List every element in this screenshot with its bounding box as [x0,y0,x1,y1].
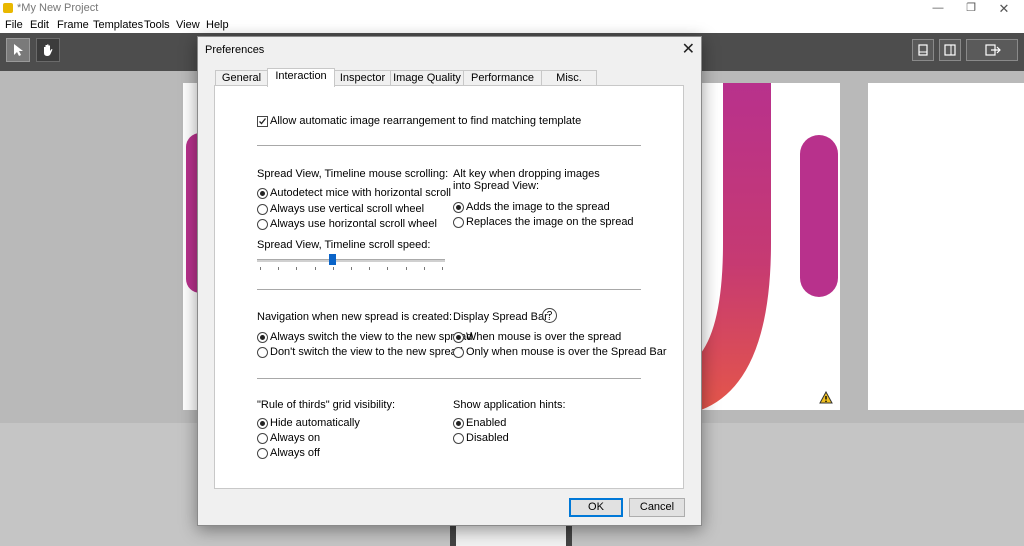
spread-bar-mouse-over-bar-label: Only when mouse is over the Spread Bar [466,346,667,358]
scroll-speed-slider[interactable] [257,254,445,274]
slider-tick [260,267,261,270]
auto-rearrange-checkbox[interactable] [257,116,268,127]
menu-edit[interactable]: Edit [30,19,49,31]
alt-adds-label: Adds the image to the spread [466,201,610,213]
interaction-panel: Allow automatic image rearrangement to f… [214,85,684,489]
thirds-always-off-radio[interactable] [257,448,268,459]
menu-file[interactable]: File [5,19,23,31]
thirds-always-on-radio[interactable] [257,433,268,444]
alt-adds-radio[interactable] [453,202,464,213]
cancel-button[interactable]: Cancel [629,498,685,517]
separator [257,378,641,379]
timeline-thumbnail-image [456,523,566,546]
slider-tick [387,267,388,270]
thirds-hide-label: Hide automatically [270,417,360,429]
thirds-always-off-label: Always off [270,447,320,459]
warning-icon[interactable] [819,391,833,404]
hints-enabled-label: Enabled [466,417,507,429]
page-artwork [701,83,838,410]
menu-templates[interactable]: Templates [93,19,143,31]
separator [257,145,641,146]
help-icon[interactable]: ? [542,308,557,323]
restore-button[interactable]: ❐ [957,0,985,17]
slider-thumb[interactable] [329,254,336,265]
dialog-close-button[interactable]: ✕ [682,39,695,59]
export-icon [985,44,1001,56]
slider-tick [369,267,370,270]
arrow-pointer-icon [14,44,23,56]
scroll-horizontal-radio[interactable] [257,219,268,230]
navigation-heading: Navigation when new spread is created: [257,311,453,323]
slider-tick [424,267,425,270]
tab-general[interactable]: General [215,70,268,86]
app-logo-icon [3,3,13,13]
scroll-vertical-label: Always use vertical scroll wheel [270,203,425,215]
scroll-speed-label: Spread View, Timeline scroll speed: [257,239,431,251]
spread-view-icon [944,44,956,56]
auto-rearrange-label: Allow automatic image rearrangement to f… [270,115,582,127]
tab-interaction[interactable]: Interaction [267,68,335,87]
slider-tick [296,267,297,270]
spread-view-button[interactable] [939,39,961,61]
alt-key-heading-line1: Alt key when dropping images [453,168,600,180]
hints-heading: Show application hints: [453,399,566,411]
thirds-heading: "Rule of thirds" grid visibility: [257,399,396,411]
dialog-title: Preferences [205,44,265,56]
export-button[interactable] [966,39,1018,61]
tab-image-quality[interactable]: Image Quality [390,70,464,86]
slider-tick [333,267,334,270]
minimize-button[interactable]: — [924,0,952,17]
title-bar: *My New Project — ❐ ✕ [0,0,1024,17]
menu-view[interactable]: View [176,19,200,31]
spread-bar-mouse-over-spread-label: When mouse is over the spread [466,331,622,343]
thirds-always-on-label: Always on [270,432,321,444]
hints-disabled-radio[interactable] [453,433,464,444]
spread-page-right[interactable] [701,83,840,410]
scroll-autodetect-label: Autodetect mice with horizontal scroll [270,187,451,199]
slider-tick [351,267,352,270]
hand-icon [44,44,53,56]
single-page-view-icon [918,44,928,56]
spread-bar-mouse-over-bar-radio[interactable] [453,347,464,358]
scrolling-heading: Spread View, Timeline mouse scrolling: [257,168,449,180]
nav-always-switch-radio[interactable] [257,332,268,343]
alt-replaces-label: Replaces the image on the spread [466,216,634,228]
alt-replaces-radio[interactable] [453,217,464,228]
hints-disabled-label: Disabled [466,432,509,444]
slider-tick [315,267,316,270]
hints-enabled-radio[interactable] [453,418,464,429]
menu-bar: File Edit Frame Templates Tools View Hel… [0,17,1024,33]
scroll-horizontal-label: Always use horizontal scroll wheel [270,218,437,230]
separator [257,289,641,290]
hand-tool-button[interactable] [36,38,60,62]
thirds-hide-radio[interactable] [257,418,268,429]
menu-tools[interactable]: Tools [144,19,170,31]
menu-frame[interactable]: Frame [57,19,89,31]
close-window-button[interactable]: ✕ [990,0,1018,17]
nav-always-switch-label: Always switch the view to the new spread [270,331,473,343]
spread-page-next[interactable] [868,83,1024,410]
alt-key-heading-line2: into Spread View: [453,180,540,192]
nav-dont-switch-radio[interactable] [257,347,268,358]
preferences-dialog: Preferences ✕ General Interaction Inspec… [197,36,702,526]
window-title: *My New Project [17,2,99,14]
slider-tick [278,267,279,270]
spread-bar-mouse-over-spread-radio[interactable] [453,332,464,343]
tab-inspector[interactable]: Inspector [334,70,391,86]
tab-misc[interactable]: Misc. [541,70,597,86]
spread-bar-heading: Display Spread Bar: [453,311,551,323]
single-page-view-button[interactable] [912,39,934,61]
menu-help[interactable]: Help [206,19,229,31]
scroll-autodetect-radio[interactable] [257,188,268,199]
slider-tick [406,267,407,270]
ok-button[interactable]: OK [569,498,623,517]
checkmark-icon [259,118,267,125]
slider-tick [442,267,443,270]
tab-performance[interactable]: Performance [463,70,542,86]
scroll-vertical-radio[interactable] [257,204,268,215]
select-tool-button[interactable] [6,38,30,62]
nav-dont-switch-label: Don't switch the view to the new spread [270,346,463,358]
slider-track [257,259,445,262]
